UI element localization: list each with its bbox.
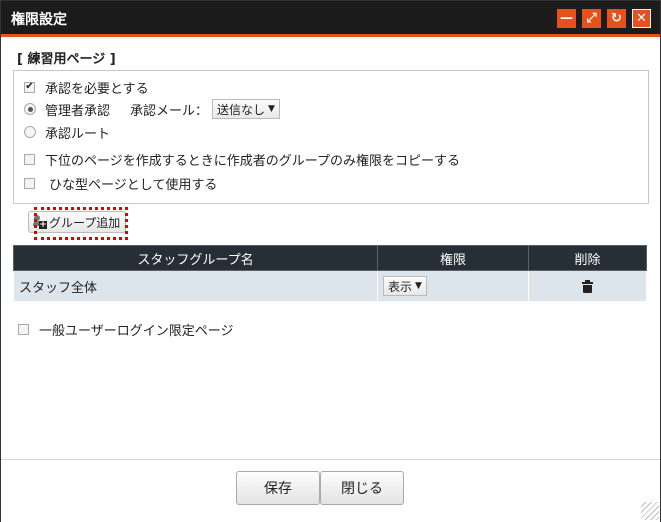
use-as-template-row[interactable]: ひな型ページとして使用する [24, 173, 217, 193]
group-name-cell: スタッフ全体 [13, 270, 378, 302]
refresh-icon[interactable]: ↻ [607, 9, 626, 28]
use-as-template-checkbox[interactable] [24, 177, 35, 189]
general-user-login-label: 一般ユーザーログイン限定ページ [39, 323, 234, 339]
permission-cell: 表示 ▼ [377, 270, 529, 302]
dialog-title: 権限設定 [11, 12, 67, 28]
permission-select[interactable]: 表示 ▼ [383, 276, 427, 296]
table-row: スタッフ全体 表示 ▼ [13, 270, 647, 302]
add-group-button[interactable]: + グループ追加 [28, 211, 127, 233]
approval-route-label: 承認ルート [45, 126, 111, 142]
admin-approval-radio[interactable] [24, 103, 36, 115]
approval-route-radio[interactable] [24, 126, 36, 138]
close-icon[interactable]: ✕ [632, 9, 651, 28]
use-as-template-label: ひな型ページとして使用する [49, 177, 218, 193]
trash-icon[interactable] [582, 279, 593, 293]
add-group-icon: + [33, 215, 47, 230]
approval-mail-value: 送信なし [217, 102, 266, 117]
column-header-delete: 削除 [528, 245, 647, 271]
close-button[interactable]: 閉じる [320, 471, 404, 505]
require-approval-row[interactable]: ✔ 承認を必要とする [24, 77, 149, 97]
admin-approval-row: 管理者承認 承認メール： 送信なし ▼ [24, 99, 280, 119]
minimize-icon[interactable]: — [557, 9, 576, 28]
general-user-login-row[interactable]: 一般ユーザーログイン限定ページ [18, 319, 233, 339]
permission-value: 表示 [388, 279, 413, 294]
approval-mail-label: 承認メール： [130, 103, 209, 119]
approval-route-row[interactable]: 承認ルート [24, 122, 110, 142]
maximize-icon[interactable]: ⤢ [582, 9, 601, 28]
title-accent-bar [1, 34, 660, 37]
approval-mail-select[interactable]: 送信なし ▼ [212, 99, 280, 119]
add-group-label: グループ追加 [49, 215, 121, 230]
approval-settings-panel: ✔ 承認を必要とする 管理者承認 承認メール： 送信なし ▼ 承認ルート 下位の… [13, 70, 649, 204]
copy-creator-group-checkbox[interactable] [24, 153, 35, 165]
require-approval-checkbox[interactable]: ✔ [24, 81, 35, 93]
column-header-group-name: スタッフグループ名 [13, 245, 378, 271]
require-approval-label: 承認を必要とする [45, 81, 149, 97]
copy-creator-group-label: 下位のページを作成するときに作成者のグループのみ権限をコピーする [45, 153, 460, 169]
permission-dialog: 権限設定 — ⤢ ↻ ✕ [ 練習用ページ ] ✔ 承認を必要とする 管理者承認… [0, 0, 661, 522]
resize-grip-icon[interactable] [641, 502, 659, 520]
general-user-login-checkbox[interactable] [18, 323, 29, 335]
delete-cell [528, 270, 647, 302]
copy-creator-group-row[interactable]: 下位のページを作成するときに作成者のグループのみ権限をコピーする [24, 149, 460, 169]
group-permission-table: スタッフグループ名 権限 削除 スタッフ全体 表示 ▼ [13, 245, 647, 302]
title-bar[interactable]: 権限設定 — ⤢ ↻ ✕ [1, 1, 660, 37]
save-button[interactable]: 保存 [236, 471, 320, 505]
admin-approval-label: 管理者承認 [45, 103, 111, 119]
column-header-permission: 権限 [377, 245, 529, 271]
table-header-row: スタッフグループ名 権限 削除 [13, 245, 647, 271]
dropdown-arrow-icon: ▼ [415, 281, 422, 291]
dropdown-arrow-icon: ▼ [268, 104, 275, 114]
page-title: [ 練習用ページ ] [17, 52, 116, 67]
